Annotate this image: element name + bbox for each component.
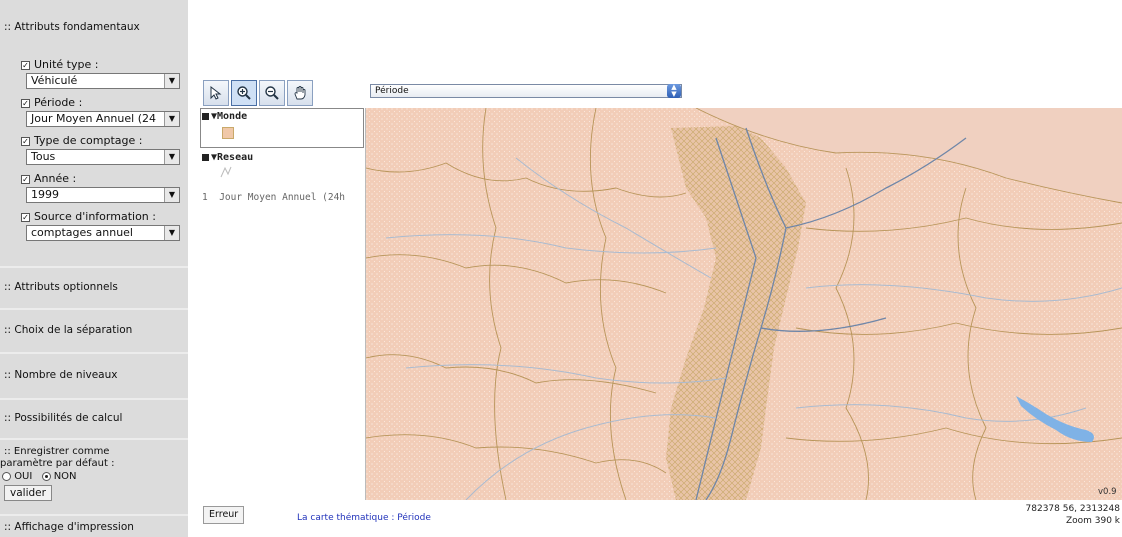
- select-value: comptages annuel: [31, 226, 133, 239]
- checkbox[interactable]: ✓: [21, 213, 30, 222]
- sidebar: :: Attributs fondamentaux ✓ Unité type :…: [0, 0, 188, 537]
- radio-non[interactable]: [41, 471, 51, 481]
- field-label: Source d'information :: [34, 210, 156, 223]
- zoom-in-icon[interactable]: [231, 80, 257, 106]
- chevron-updown-icon[interactable]: ▲ ▼: [667, 84, 681, 98]
- legend-group-label: ▼Reseau: [211, 152, 254, 163]
- checkbox[interactable]: ✓: [21, 99, 30, 108]
- legend-group-reseau[interactable]: ▼Reseau: [202, 152, 253, 163]
- section-attributs-fondamentaux[interactable]: :: Attributs fondamentaux: [0, 0, 188, 54]
- legend-group-label: ▼Monde: [211, 111, 248, 122]
- select-value: Tous: [31, 150, 56, 163]
- radio-non-label: NON: [53, 471, 77, 482]
- select-value: Jour Moyen Annuel (24: [31, 112, 156, 125]
- coords-readout: 782378 56, 2313248 Zoom 390 k: [1026, 503, 1120, 527]
- field-label: Période :: [34, 96, 83, 109]
- save-default-section: :: Enregistrer comme paramètre par défau…: [0, 438, 188, 510]
- select-type-comptage[interactable]: Tous ▼: [26, 149, 180, 165]
- field-annee: ✓ Année : 1999 ▼: [0, 170, 188, 208]
- section-nombre-niveaux[interactable]: :: Nombre de niveaux: [0, 352, 188, 396]
- section-title: :: Affichage d'impression: [4, 521, 134, 533]
- section-title: :: Choix de la séparation: [4, 324, 133, 336]
- select-unite-type[interactable]: Véhiculé ▼: [26, 73, 180, 89]
- monde-swatch-icon: [222, 127, 234, 139]
- field-unite-type: ✓ Unité type : Véhiculé ▼: [0, 56, 188, 94]
- radio-oui[interactable]: [2, 471, 11, 481]
- map-toolbar: [203, 80, 313, 108]
- layer-legend: ▼Monde ▼Reseau 1 Jour Moyen Annuel (24h: [200, 108, 366, 500]
- map-svg: [366, 108, 1122, 500]
- group-toggle-icon[interactable]: [202, 112, 209, 120]
- legend-group-monde[interactable]: ▼Monde: [202, 111, 247, 122]
- select-value: Véhiculé: [31, 74, 78, 87]
- legend-item: 1 Jour Moyen Annuel (24h: [202, 192, 345, 203]
- checkbox[interactable]: ✓: [21, 137, 30, 146]
- fields-list: ✓ Unité type : Véhiculé ▼ ✓ Période : Jo…: [0, 56, 188, 246]
- status-message: La carte thématique : Période: [297, 513, 431, 523]
- field-source: ✓ Source d'information : comptages annue…: [0, 208, 188, 246]
- field-label: Année :: [34, 172, 77, 185]
- field-type-comptage: ✓ Type de comptage : Tous ▼: [0, 132, 188, 170]
- field-label: Type de comptage :: [34, 134, 143, 147]
- section-attributs-optionnels[interactable]: :: Attributs optionnels: [0, 266, 188, 306]
- error-button[interactable]: Erreur: [203, 506, 245, 524]
- chevron-down-icon[interactable]: ▼: [164, 188, 179, 202]
- coords-value: 782378 56, 2313248: [1025, 504, 1120, 514]
- version-label: v0.9: [1098, 487, 1117, 497]
- period-select[interactable]: Période ▲ ▼: [370, 84, 682, 98]
- zoom-value: Zoom 390 k: [1065, 516, 1120, 526]
- field-label: Unité type :: [34, 58, 99, 71]
- save-default-line1: :: Enregistrer comme: [4, 446, 110, 457]
- chevron-down-icon[interactable]: ▼: [164, 112, 179, 126]
- select-arrow-icon[interactable]: [203, 80, 229, 106]
- line-swatch-icon: [220, 166, 232, 178]
- group-toggle-icon[interactable]: [202, 153, 209, 161]
- chevron-down-icon[interactable]: ▼: [164, 226, 179, 240]
- section-title: :: Possibilités de calcul: [4, 412, 123, 424]
- map-canvas[interactable]: [366, 108, 1122, 500]
- select-value: 1999: [31, 188, 59, 201]
- section-title: :: Attributs fondamentaux: [4, 21, 140, 33]
- pan-hand-icon[interactable]: [287, 80, 313, 106]
- section-title: :: Nombre de niveaux: [4, 369, 118, 381]
- period-select-value: Période: [375, 86, 409, 96]
- radio-oui-label: OUI: [14, 471, 33, 482]
- select-source[interactable]: comptages annuel ▼: [26, 225, 180, 241]
- legend-item-index: 1: [202, 192, 208, 203]
- select-periode[interactable]: Jour Moyen Annuel (24 ▼: [26, 111, 180, 127]
- save-default-line2: paramètre par défaut :: [0, 458, 115, 469]
- chevron-down-icon[interactable]: ▼: [164, 150, 179, 164]
- section-title: :: Attributs optionnels: [4, 281, 118, 293]
- select-annee[interactable]: 1999 ▼: [26, 187, 180, 203]
- section-choix-separation[interactable]: :: Choix de la séparation: [0, 308, 188, 350]
- checkbox[interactable]: ✓: [21, 61, 30, 70]
- zoom-out-icon[interactable]: [259, 80, 285, 106]
- checkbox[interactable]: ✓: [21, 175, 30, 184]
- legend-item-label: Jour Moyen Annuel (24h: [219, 192, 346, 203]
- field-periode: ✓ Période : Jour Moyen Annuel (24 ▼: [0, 94, 188, 132]
- chevron-down-icon[interactable]: ▼: [164, 74, 179, 88]
- section-affichage-impression[interactable]: :: Affichage d'impression: [0, 514, 188, 537]
- valider-button[interactable]: valider: [4, 485, 52, 501]
- section-possibilites-calcul[interactable]: :: Possibilités de calcul: [0, 398, 188, 436]
